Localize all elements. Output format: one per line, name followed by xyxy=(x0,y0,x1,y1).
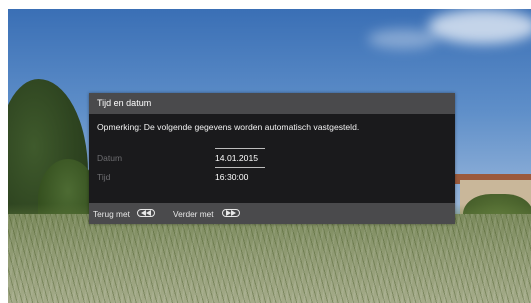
cloud xyxy=(368,29,438,49)
cloud xyxy=(428,9,531,44)
dialog-title: Tijd en datum xyxy=(97,98,152,108)
time-label: Tijd xyxy=(97,172,111,182)
next-hint[interactable]: Verder met xyxy=(173,209,214,219)
rewind-icon[interactable] xyxy=(137,209,155,217)
time-value-field[interactable]: 16:30:00 xyxy=(215,172,248,182)
back-label: Terug met xyxy=(93,209,130,219)
date-value-field[interactable]: 14.01.2015 xyxy=(215,153,258,163)
fast-forward-icon[interactable] xyxy=(222,209,240,217)
dialog-title-bar: Tijd en datum xyxy=(89,93,455,114)
back-hint[interactable]: Terug met xyxy=(93,209,130,219)
date-field-underline xyxy=(215,148,265,149)
next-label: Verder met xyxy=(173,209,214,219)
dialog-footer: Terug met Verder met xyxy=(89,203,455,224)
time-field-underline xyxy=(215,167,265,168)
dialog-body: Opmerking: De volgende gegevens worden a… xyxy=(89,114,455,203)
time-date-dialog: Tijd en datum Opmerking: De volgende geg… xyxy=(89,93,455,224)
note-text: Opmerking: De volgende gegevens worden a… xyxy=(97,122,360,132)
grass-field xyxy=(8,214,531,303)
date-label: Datum xyxy=(97,153,123,163)
